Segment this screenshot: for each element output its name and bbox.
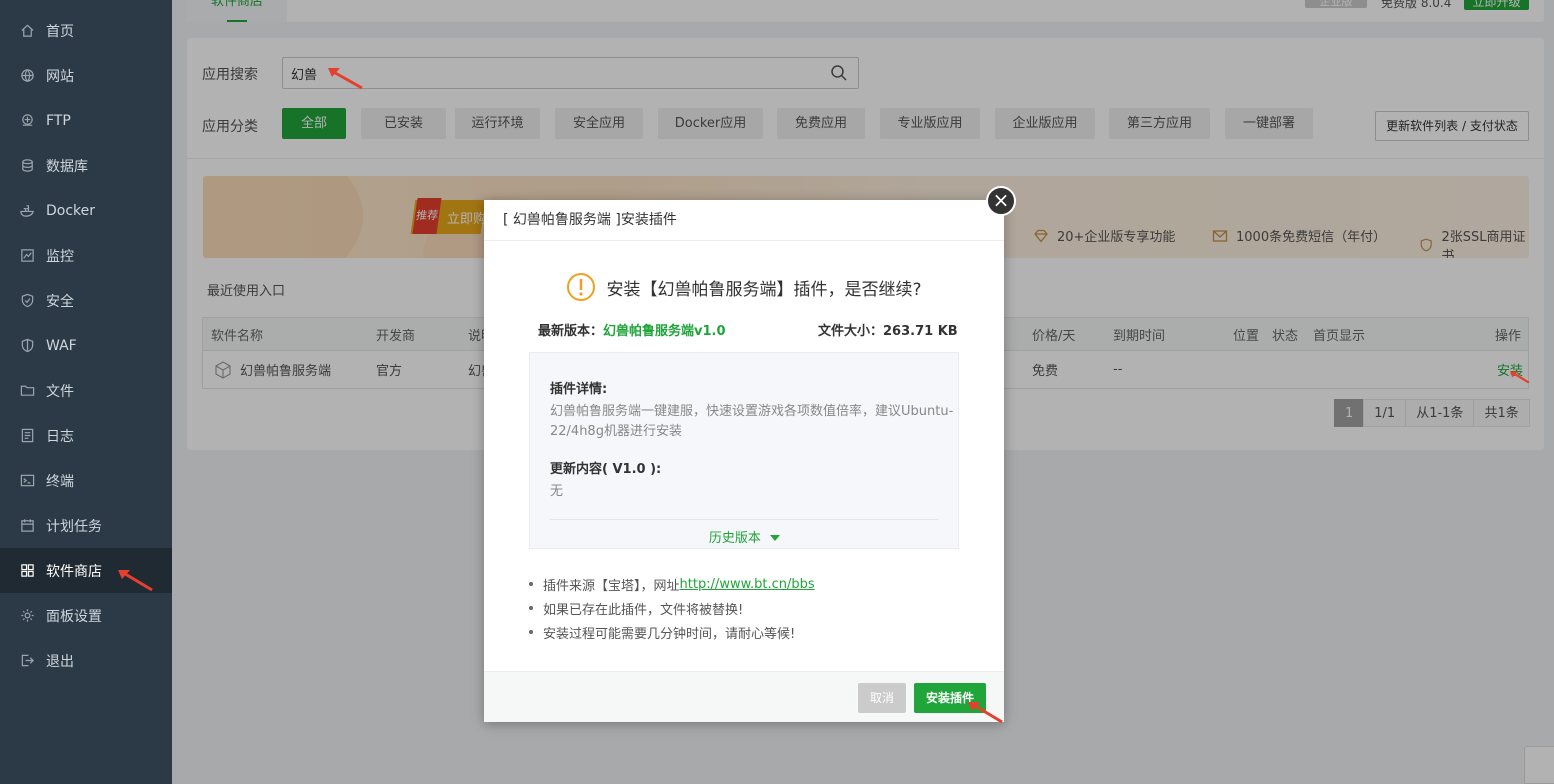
size-value: 263.71 KB (883, 324, 958, 339)
details-heading: 插件详情: (550, 382, 608, 397)
sidebar-item-label: 安全 (46, 293, 74, 310)
tip-item: 如果已存在此插件，文件将被替换! (529, 596, 815, 620)
install-tips: 插件来源【宝塔】，网址 http://www.bt.cn/bbs 如果已存在此插… (529, 572, 815, 644)
ftp-icon (19, 113, 35, 129)
question-text: 安装【幻兽帕鲁服务端】插件，是否继续? (606, 279, 922, 300)
sidebar-item-security[interactable]: 安全 (0, 278, 172, 323)
docker-icon (19, 203, 35, 219)
logout-icon (19, 653, 35, 669)
warning-icon (567, 273, 596, 301)
bt-forum-link[interactable]: http://www.bt.cn/bbs (680, 577, 815, 592)
latest-version: 最新版本：幻兽帕鲁服务端v1.0 (538, 320, 726, 339)
sidebar-item-label: 终端 (46, 473, 74, 490)
sidebar-item-label: 数据库 (46, 158, 88, 175)
folder-icon (19, 383, 35, 399)
sidebar-item-ftp[interactable]: FTP (0, 98, 172, 143)
sidebar-item-website[interactable]: 网站 (0, 53, 172, 98)
sidebar-item-home[interactable]: 首页 (0, 8, 172, 53)
sidebar-item-monitor[interactable]: 监控 (0, 233, 172, 278)
sidebar-item-logout[interactable]: 退出 (0, 638, 172, 683)
sidebar-item-label: 软件商店 (46, 563, 102, 580)
sidebar-item-label: 文件 (46, 383, 74, 400)
details-line: 22/4h8g机器进行安装 (550, 424, 682, 439)
dialog-title: [ 幻兽帕鲁服务端 ]安装插件 (484, 200, 1004, 241)
terminal-icon (19, 473, 35, 489)
sidebar-item-panel-settings[interactable]: 面板设置 (0, 593, 172, 638)
sidebar-item-label: 退出 (46, 653, 74, 670)
sidebar-item-database[interactable]: 数据库 (0, 143, 172, 188)
sidebar-item-label: Docker (46, 202, 96, 219)
apps-grid-icon (19, 563, 35, 579)
tip-text: 安装过程可能需要几分钟时间，请耐心等候! (543, 626, 796, 642)
calendar-icon (19, 518, 35, 534)
cancel-button[interactable]: 取消 (858, 683, 906, 713)
gear-icon (19, 608, 35, 624)
globe-icon (19, 68, 35, 84)
sidebar-item-label: 日志 (46, 428, 74, 445)
tip-text: 插件来源【宝塔】，网址 (543, 578, 680, 594)
dialog-footer: 取消 安装插件 (484, 671, 1004, 722)
details-line: 幻兽帕鲁服务端一键建服，快速设置游戏各项数值倍率，建议Ubuntu- (550, 404, 954, 419)
sidebar-item-terminal[interactable]: 终端 (0, 458, 172, 503)
annotation-arrow (1510, 368, 1530, 386)
annotation-arrow (118, 568, 154, 592)
version-label: 最新版本： (538, 324, 604, 339)
update-heading: 更新内容( V1.0 ): (550, 462, 662, 477)
shield-icon (19, 293, 35, 309)
home-icon (19, 23, 35, 39)
sidebar-item-label: 计划任务 (46, 518, 102, 535)
sidebar-item-label: 首页 (46, 23, 74, 40)
annotation-arrow (968, 700, 1004, 724)
size-label: 文件大小： (818, 324, 884, 339)
annotation-arrow (328, 66, 364, 90)
sidebar-item-label: FTP (46, 112, 71, 129)
tip-item: 安装过程可能需要几分钟时间，请耐心等候! (529, 620, 815, 644)
sidebar-item-label: 监控 (46, 248, 74, 265)
sidebar-item-label: 面板设置 (46, 608, 102, 625)
update-text: 无 (550, 484, 564, 499)
tip-text: 如果已存在此插件，文件将被替换! (543, 602, 744, 618)
file-size: 文件大小：263.71 KB (818, 320, 958, 339)
close-icon[interactable]: × (986, 186, 1016, 216)
install-plugin-dialog: [ 幻兽帕鲁服务端 ]安装插件 × 安装【幻兽帕鲁服务端】插件，是否继续? 最新… (484, 186, 1016, 722)
sidebar: 首页 网站 FTP 数据库 Docker 监控 安全 WAF 文件 日志 终端 (0, 0, 172, 784)
caret-down-icon (770, 535, 781, 541)
version-value: 幻兽帕鲁服务端v1.0 (603, 324, 726, 339)
sidebar-item-label: WAF (46, 337, 77, 354)
tip-item: 插件来源【宝塔】，网址 http://www.bt.cn/bbs (529, 572, 815, 596)
divider (550, 519, 938, 520)
confirm-question: 安装【幻兽帕鲁服务端】插件，是否继续? (484, 272, 1004, 302)
waf-shield-icon (19, 338, 35, 354)
sidebar-item-label: 网站 (46, 68, 74, 85)
history-versions-toggle[interactable]: 历史版本 (530, 527, 960, 546)
log-icon (19, 428, 35, 444)
monitor-icon (19, 248, 35, 264)
sidebar-item-cron[interactable]: 计划任务 (0, 503, 172, 548)
history-label: 历史版本 (708, 531, 761, 546)
sidebar-item-files[interactable]: 文件 (0, 368, 172, 413)
database-icon (19, 158, 35, 174)
sidebar-item-waf[interactable]: WAF (0, 323, 172, 368)
plugin-details-box: 插件详情: 幻兽帕鲁服务端一键建服，快速设置游戏各项数值倍率，建议Ubuntu-… (529, 352, 959, 549)
sidebar-item-logs[interactable]: 日志 (0, 413, 172, 458)
sidebar-item-docker[interactable]: Docker (0, 188, 172, 233)
